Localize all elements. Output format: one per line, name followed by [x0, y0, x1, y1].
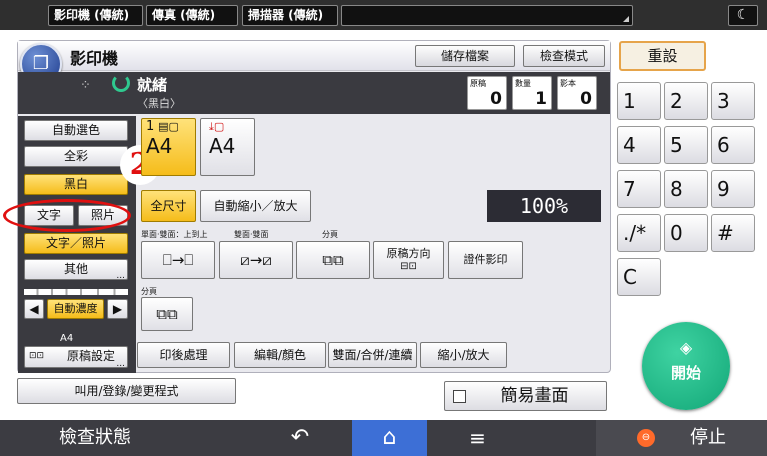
tab-edit-color[interactable]: 編輯/顏色 [234, 342, 326, 368]
auto-color-button[interactable]: 自動選色 [24, 120, 128, 141]
counter-label: 數量 [515, 79, 531, 88]
black-white-button[interactable]: 黑白 [24, 174, 128, 195]
status-ready: 就緒 [137, 76, 168, 94]
key-7[interactable]: 7 [617, 170, 661, 208]
counter-label: 原稿 [470, 79, 486, 88]
key-clear[interactable]: C [617, 258, 661, 296]
reset-button[interactable]: 重設 [619, 41, 706, 71]
energy-saver-moon-icon[interactable]: ☾ [728, 5, 758, 26]
density-darker-button[interactable]: ▶ [107, 299, 128, 319]
paper-size-label: A4 [209, 134, 236, 158]
counter-value: 0 [580, 89, 592, 109]
tab-duplex-combine[interactable]: 雙面/合併/連續 [328, 342, 417, 368]
start-label: 開始 [670, 364, 701, 382]
key-2[interactable]: 2 [664, 82, 708, 120]
stop-icon: ⊖ [637, 429, 655, 447]
counter-label: 影本 [560, 79, 576, 88]
toner-dots-icon: ⁘ [80, 78, 91, 93]
copies-counter: 影本 0 [557, 76, 597, 110]
key-dot-star[interactable]: ./* [617, 214, 661, 252]
key-8[interactable]: 8 [664, 170, 708, 208]
bypass-tray-icon: ⤓▢ [209, 120, 225, 133]
tab-copier[interactable]: 影印機 (傳統) [48, 5, 143, 26]
density-scale [24, 289, 128, 295]
orientation-label: 原稿方向 [386, 247, 431, 260]
start-button[interactable]: ◈ 開始 [642, 322, 730, 410]
duplex-single-icon: ⎕→⎕ [162, 251, 194, 269]
counter-value: 1 [535, 89, 547, 109]
top-empty-tab[interactable] [341, 5, 633, 26]
orientation-icon: ⊟⊡ [400, 261, 417, 272]
simple-screen-button[interactable]: 簡易畫面 [444, 381, 607, 411]
status-mode: 〈黑白〉 [137, 97, 181, 110]
double-to-double-label: 雙面‧雙面 [234, 230, 269, 239]
quantity-counter[interactable]: 數量 1 [512, 76, 552, 110]
single-to-double-label: 單面‧雙面：上到上 [141, 230, 208, 239]
key-hash[interactable]: # [711, 214, 755, 252]
stop-label: 停止 [690, 427, 726, 448]
paper-tray-1-button[interactable]: 1 ▤▢ A4 [141, 118, 196, 176]
page-title: 影印機 [70, 49, 119, 68]
duplex-double-icon: ⧄→⧄ [240, 251, 272, 269]
checkbox-icon [453, 390, 466, 403]
sort-label: 分頁 [141, 287, 157, 296]
highlight-oval [3, 199, 131, 232]
density-lighter-button[interactable]: ◀ [24, 299, 44, 319]
check-status-button[interactable]: 檢查狀態 [0, 420, 190, 456]
start-diamond-icon: ◈ [679, 338, 693, 357]
other-mode-button[interactable]: 其他 [24, 259, 128, 285]
sort-icon: ⧉⧉ [156, 305, 178, 323]
store-file-button[interactable]: 儲存檔案 [415, 45, 515, 67]
back-arrow-icon[interactable]: ↶ [250, 420, 350, 456]
original-orientation-button[interactable]: 原稿方向 ⊟⊡ [373, 241, 444, 279]
home-icon[interactable]: ⌂ [352, 420, 427, 456]
key-4[interactable]: 4 [617, 126, 661, 164]
combine-label: 分頁 [322, 230, 338, 239]
stop-button[interactable]: ⊖ 停止 [596, 420, 767, 456]
auto-reduce-enlarge-button[interactable]: 自動縮小／放大 [200, 190, 311, 222]
key-9[interactable]: 9 [711, 170, 755, 208]
combine-button[interactable]: ⧉⧉ [296, 241, 370, 279]
key-0[interactable]: 0 [664, 214, 708, 252]
program-button[interactable]: 叫用/登錄/變更程式 [17, 378, 236, 404]
single-to-double-button[interactable]: ⎕→⎕ [141, 241, 215, 279]
check-mode-button[interactable]: 檢查模式 [523, 45, 605, 67]
key-5[interactable]: 5 [664, 126, 708, 164]
auto-density-button[interactable]: 自動濃度 [47, 299, 104, 319]
key-3[interactable]: 3 [711, 82, 755, 120]
sort-button[interactable]: ⧉⧉ [141, 297, 193, 331]
paper-size-label: A4 [146, 134, 173, 158]
menu-icon[interactable]: ≡ [440, 420, 515, 456]
tray-number: 1 [146, 119, 155, 134]
double-to-double-button[interactable]: ⧄→⧄ [219, 241, 293, 279]
tray-icon: ▤▢ [158, 120, 179, 133]
ready-indicator-icon [112, 74, 130, 92]
original-size-label: A4 [60, 333, 74, 344]
tab-reduce-enlarge[interactable]: 縮小/放大 [420, 342, 507, 368]
zoom-ratio-display: 100% [487, 190, 601, 222]
tab-fax[interactable]: 傳真 (傳統) [146, 5, 238, 26]
original-settings-button[interactable]: ⊡⊡ 原稿設定 [24, 346, 128, 373]
id-card-copy-button[interactable]: 證件影印 [448, 241, 523, 279]
tab-finishing[interactable]: 印後處理 [137, 342, 230, 368]
original-settings-icon: ⊡⊡ [29, 351, 45, 361]
text-photo-mode-button[interactable]: 文字／照片 [24, 233, 128, 254]
paper-bypass-button[interactable]: ⤓▢ A4 [200, 118, 255, 176]
key-6[interactable]: 6 [711, 126, 755, 164]
originals-counter: 原稿 0 [467, 76, 507, 110]
simple-screen-label: 簡易畫面 [500, 386, 569, 406]
top-bar: 影印機 (傳統) 傳真 (傳統) 掃描器 (傳統) ☾ [0, 0, 767, 30]
original-settings-label: 原稿設定 [66, 349, 115, 363]
full-color-button[interactable]: 全彩 [24, 146, 128, 167]
tab-scanner[interactable]: 掃描器 (傳統) [242, 5, 338, 26]
counter-value: 0 [490, 89, 502, 109]
full-size-button[interactable]: 全尺寸 [141, 190, 196, 222]
combine-icon: ⧉⧉ [322, 251, 344, 269]
key-1[interactable]: 1 [617, 82, 661, 120]
